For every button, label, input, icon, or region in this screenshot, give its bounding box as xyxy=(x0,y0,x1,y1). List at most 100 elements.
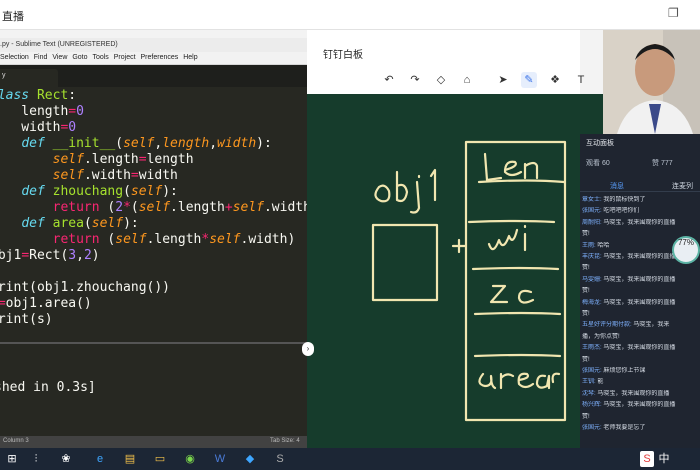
message-item: 赞! xyxy=(582,287,700,295)
redo-icon[interactable]: ↷ xyxy=(407,72,423,88)
whiteboard-toolbar: ↶ ↷ ◇ ⌂ ➤ ✎ ❖ T xyxy=(307,68,607,92)
message-text: 马晓宝，我来 xyxy=(633,322,670,329)
message-text: 吃吧吧吧你们 xyxy=(603,208,640,215)
code-line: width=0 xyxy=(21,120,77,135)
build-console: shed in 0.3s] xyxy=(0,344,307,436)
handwriting-layer xyxy=(371,140,567,422)
whiteboard-canvas[interactable]: › xyxy=(302,94,607,448)
task-view-icon[interactable]: ⫶ xyxy=(28,451,44,467)
message-user[interactable]: 章女士: xyxy=(582,197,602,203)
message-user[interactable]: 王钏: xyxy=(582,379,596,385)
message-user[interactable]: 梅海龙: xyxy=(582,300,602,306)
menu-project[interactable]: Project xyxy=(114,52,139,61)
sublime-icon[interactable]: S xyxy=(272,451,288,467)
code-line: def area(self): xyxy=(21,216,139,231)
message-user[interactable]: 马雯姗: xyxy=(582,277,602,283)
message-user[interactable]: 张国元: xyxy=(582,208,602,214)
menu-help[interactable]: Help xyxy=(183,52,200,61)
message-text: 播，为你点赞! xyxy=(582,333,620,340)
message-item: 张国元: 吃吧吧吧你们 xyxy=(582,207,700,215)
menu-goto[interactable]: Goto xyxy=(72,52,90,61)
message-user[interactable]: 张国元: xyxy=(582,368,602,374)
code-line: return (2*(self.length+self.width xyxy=(52,200,311,215)
taskbar: ⊞ ⫶ ❀ e ▤ ▭ ◉ W ◆ S S 中 xyxy=(0,448,700,470)
folder-icon[interactable]: ▭ xyxy=(152,451,168,467)
code-line: print(obj1.zhouchang()) xyxy=(0,280,171,295)
interaction-panel: 互动面板 观看 60 赞 777 消息 连麦列 章女士: 我的鼠标快到了 张国元:… xyxy=(580,134,700,448)
shapes-icon[interactable]: ❖ xyxy=(547,72,563,88)
webcam-feed xyxy=(603,30,700,134)
message-item: 马雯姗: 马晓宝，我来围观你的直播 xyxy=(582,276,700,284)
message-user[interactable]: 杨兴辉: xyxy=(582,402,602,408)
message-user[interactable]: 张国元: xyxy=(582,425,602,431)
drawn-rectangle xyxy=(371,223,439,302)
message-user[interactable]: 王雨杰: xyxy=(582,345,602,351)
message-user[interactable]: 丰庆昆: xyxy=(582,254,602,260)
app-title: 直播 xyxy=(2,11,24,23)
code-editor[interactable]: class Rect: length=0 width=0 def __init_… xyxy=(0,88,311,338)
app-title-bar: 直播 ❐ xyxy=(0,0,700,30)
message-text: 赞! xyxy=(582,356,590,363)
ime-logo[interactable]: S xyxy=(640,451,654,467)
restore-icon[interactable]: ❐ xyxy=(668,6,679,20)
message-user[interactable]: 王雨: xyxy=(582,243,596,249)
like-count[interactable]: 赞 777 xyxy=(652,158,673,168)
tab-messages[interactable]: 消息 xyxy=(610,181,624,191)
menu-find[interactable]: Find xyxy=(34,52,51,61)
status-column: Column 3 xyxy=(3,438,29,444)
pointer-icon[interactable]: ➤ xyxy=(495,72,511,88)
ime-mode[interactable]: 中 xyxy=(656,451,672,467)
message-user[interactable]: 五星好评分期付款: xyxy=(582,322,632,328)
menu-preferences[interactable]: Preferences xyxy=(141,52,182,61)
console-output: shed in 0.3s] xyxy=(0,380,96,395)
message-item: 周耐阳: 马晓宝，我来围观你的直播 xyxy=(582,219,700,227)
code-line: return (self.length*self.width) xyxy=(52,232,296,247)
status-tab-size[interactable]: Tab Size: 4 xyxy=(270,438,300,444)
panel-title: 互动面板 xyxy=(586,140,614,147)
code-line: self.width=width xyxy=(52,168,178,183)
message-item: 王钏: 能 xyxy=(582,378,700,386)
menu-tools[interactable]: Tools xyxy=(92,52,111,61)
word-icon[interactable]: W xyxy=(212,451,228,467)
menu-view[interactable]: View xyxy=(52,52,70,61)
edge-icon[interactable]: e xyxy=(92,451,108,467)
message-item: 章女士: 我的鼠标快到了 xyxy=(582,196,700,204)
code-line: def zhouchang(self): xyxy=(21,184,178,199)
board-collapse-handle[interactable]: › xyxy=(302,342,314,356)
handwriting-zc xyxy=(489,284,509,304)
message-user[interactable]: 沈琴: xyxy=(582,391,596,397)
sublime-tab[interactable]: y xyxy=(0,69,58,87)
gauge-value: 77% xyxy=(677,238,694,247)
sublime-title: .py - Sublime Text (UNREGISTERED) xyxy=(0,38,307,52)
trash-icon[interactable]: ⌂ xyxy=(459,72,475,88)
handwriting-area xyxy=(478,372,497,390)
message-user[interactable]: 周耐阳: xyxy=(582,220,602,226)
message-text: 马晓宝，我来围观你的直播 xyxy=(603,402,676,409)
app-icon[interactable]: ❀ xyxy=(58,451,74,467)
message-text: 马晓宝，我来围观你的直播 xyxy=(603,299,676,306)
handwriting-len xyxy=(483,152,503,182)
text-icon[interactable]: T xyxy=(573,72,589,88)
menu-selection[interactable]: Selection xyxy=(0,52,32,61)
message-item: 张国元: 麻烦您你上节课 xyxy=(582,367,700,375)
chrome-icon[interactable]: ◉ xyxy=(182,451,198,467)
code-line: s=obj1.area() xyxy=(0,296,92,311)
status-bar: Column 3 Tab Size: 4 xyxy=(0,436,307,448)
message-text: 赞! xyxy=(582,231,590,238)
explorer-icon[interactable]: ▤ xyxy=(122,451,138,467)
undo-icon[interactable]: ↶ xyxy=(381,72,397,88)
tab-members[interactable]: 连麦列 xyxy=(672,181,693,191)
message-item: 沈琴: 马晓宝，我来围观你的直播 xyxy=(582,390,700,398)
message-item: 播，为你点赞! xyxy=(582,333,700,341)
start-icon[interactable]: ⊞ xyxy=(4,451,20,467)
message-item: 赞! xyxy=(582,264,700,272)
message-item: 张国元: 老师我要是忘了 xyxy=(582,424,700,432)
message-text: 赞! xyxy=(582,413,590,420)
message-text: 赞! xyxy=(582,311,590,317)
panel-tabs: 消息 连麦列 xyxy=(580,178,700,192)
code-line: def __init__(self,length,width): xyxy=(21,136,272,151)
pen-icon[interactable]: ✎ xyxy=(521,72,537,88)
message-text: 能 xyxy=(597,379,604,386)
eraser-icon[interactable]: ◇ xyxy=(433,72,449,88)
dingtalk-icon[interactable]: ◆ xyxy=(242,451,258,467)
